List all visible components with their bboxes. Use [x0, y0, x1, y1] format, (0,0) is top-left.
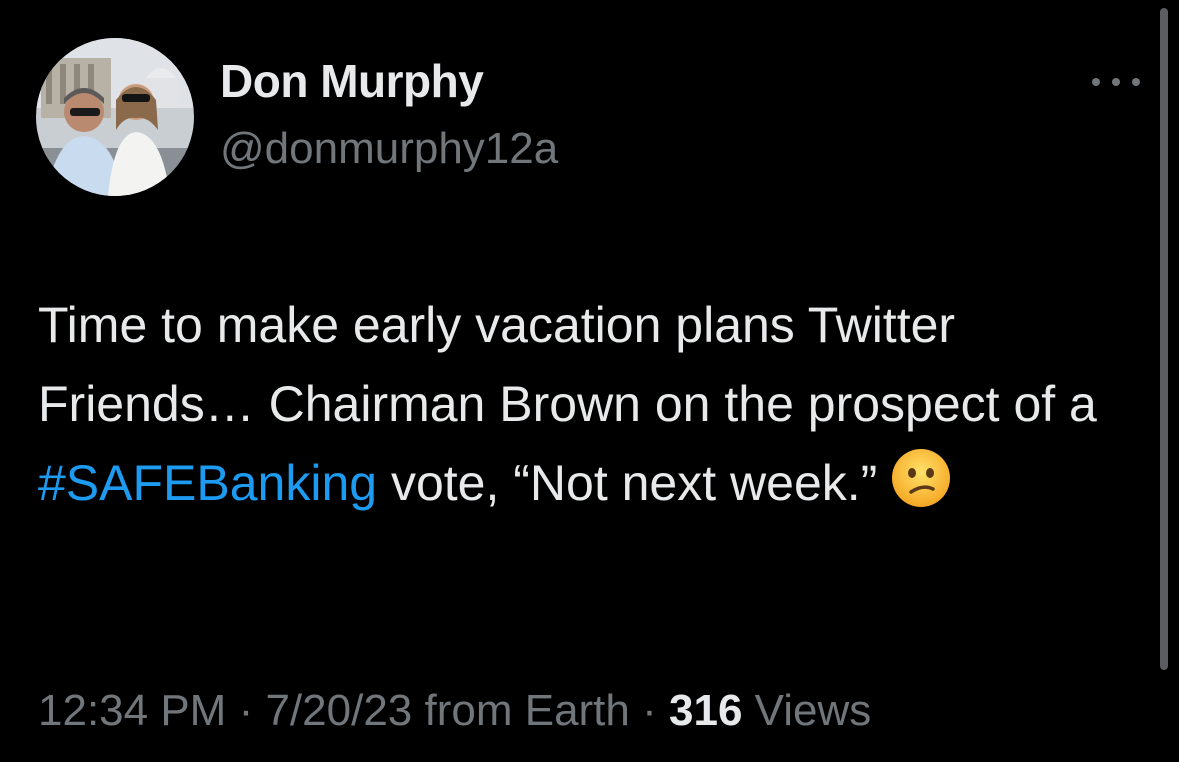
views-count[interactable]: 316: [669, 686, 742, 735]
dot: [1092, 78, 1100, 86]
confused-face-icon: [891, 448, 951, 531]
user-handle[interactable]: @donmurphy12a: [220, 124, 558, 174]
avatar[interactable]: [36, 38, 194, 196]
hashtag-link[interactable]: #SAFEBanking: [38, 455, 377, 511]
scrollbar[interactable]: [1160, 8, 1168, 670]
dot: [1112, 78, 1120, 86]
tweet-text-after: vote, “Not next week.”: [377, 455, 878, 511]
display-name[interactable]: Don Murphy: [220, 54, 484, 108]
tweet-date[interactable]: 7/20/23: [265, 686, 412, 735]
views-label: Views: [742, 686, 872, 735]
more-options-icon[interactable]: [1092, 70, 1140, 94]
separator: ·: [226, 686, 266, 735]
dot: [1132, 78, 1140, 86]
tweet-meta: 12:34 PM · 7/20/23 from Earth · 316 View…: [38, 686, 871, 736]
separator: ·: [629, 686, 669, 735]
tweet-text: Time to make early vacation plans Twitte…: [38, 286, 1148, 531]
tweet-text-before: Time to make early vacation plans Twitte…: [38, 297, 1097, 432]
tweet-source: from Earth: [412, 686, 630, 735]
tweet-time[interactable]: 12:34 PM: [38, 686, 226, 735]
